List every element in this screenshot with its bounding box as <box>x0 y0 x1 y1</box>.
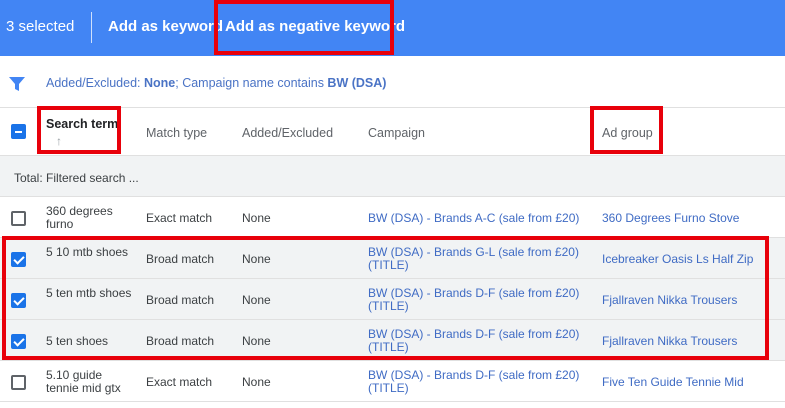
row-checkbox[interactable] <box>11 252 26 267</box>
table-row[interactable]: 5.10 guide tennie mid gtx Exact match No… <box>0 361 785 402</box>
header-match-type[interactable]: Match type <box>146 126 207 140</box>
select-all-checkbox[interactable] <box>11 124 26 139</box>
filter-prefix: Added/Excluded: <box>46 76 144 90</box>
add-as-keyword-button[interactable]: Add as keyword <box>108 18 223 35</box>
match-type-cell: Broad match <box>146 293 215 307</box>
match-type-cell: Broad match <box>146 334 215 348</box>
table-header: Search term ↑ Match type Added/Excluded … <box>0 108 785 156</box>
campaign-link[interactable]: BW (DSA) - Brands A-C (sale from £20) <box>368 212 588 225</box>
search-term-cell: 360 degrees furno <box>46 204 113 231</box>
search-term-cell: 5.10 guide tennie mid gtx <box>46 368 121 395</box>
campaign-link[interactable]: BW (DSA) - Brands D-F (sale from £20) (T… <box>368 287 588 313</box>
ad-group-link[interactable]: Fjallraven Nikka Trousers <box>602 335 737 348</box>
search-term-cell: 5 10 mtb shoes <box>46 245 129 259</box>
filter-value-campaign: BW (DSA) <box>327 76 387 90</box>
added-excluded-cell: None <box>242 211 271 225</box>
row-checkbox[interactable] <box>11 211 26 226</box>
arrow-up-icon: ↑ <box>56 134 62 148</box>
header-campaign[interactable]: Campaign <box>368 126 425 140</box>
table-row[interactable]: 5 ten mtb shoes Broad match None BW (DSA… <box>0 279 785 320</box>
filter-icon[interactable] <box>9 76 25 92</box>
ad-group-link[interactable]: Fjallraven Nikka Trousers <box>602 294 737 307</box>
added-excluded-cell: None <box>242 375 271 389</box>
selected-count: 3 selected <box>6 18 75 35</box>
table-row[interactable]: 5 10 mtb shoes Broad match None BW (DSA)… <box>0 238 785 279</box>
added-excluded-cell: None <box>242 334 271 348</box>
table-row[interactable]: 5 ten shoes Broad match None BW (DSA) - … <box>0 320 785 361</box>
ad-group-link[interactable]: Five Ten Guide Tennie Mid <box>602 376 744 389</box>
row-checkbox[interactable] <box>11 334 26 349</box>
search-term-cell: 5 ten shoes <box>46 334 109 348</box>
table-row[interactable]: 360 degrees furno Exact match None BW (D… <box>0 197 785 238</box>
total-label: Total: Filtered search ... <box>14 171 139 185</box>
header-added-excluded[interactable]: Added/Excluded <box>242 126 333 140</box>
campaign-link[interactable]: BW (DSA) - Brands D-F (sale from £20) (T… <box>368 369 588 395</box>
search-term-cell: 5 ten mtb shoes <box>46 286 132 300</box>
filter-bar: Added/Excluded: None; Campaign name cont… <box>0 56 785 108</box>
added-excluded-cell: None <box>242 293 271 307</box>
row-checkbox[interactable] <box>11 293 26 308</box>
row-checkbox[interactable] <box>11 375 26 390</box>
selection-action-bar: 3 selected Add as keyword Add as negativ… <box>0 0 785 56</box>
add-as-negative-keyword-button[interactable]: Add as negative keyword <box>225 18 405 35</box>
filter-middle: ; Campaign name contains <box>175 76 328 90</box>
header-ad-group[interactable]: Ad group <box>602 126 653 140</box>
campaign-link[interactable]: BW (DSA) - Brands G-L (sale from £20) (T… <box>368 246 588 272</box>
match-type-cell: Exact match <box>146 375 213 389</box>
match-type-cell: Broad match <box>146 252 215 266</box>
header-search-term[interactable]: Search term <box>46 117 118 131</box>
total-row: Total: Filtered search ... <box>0 156 785 197</box>
filter-value-added: None <box>144 76 176 90</box>
campaign-link[interactable]: BW (DSA) - Brands D-F (sale from £20) (T… <box>368 328 588 354</box>
filter-chip[interactable]: Added/Excluded: None; Campaign name cont… <box>46 76 386 90</box>
added-excluded-cell: None <box>242 252 271 266</box>
ad-group-link[interactable]: 360 Degrees Furno Stove <box>602 212 739 225</box>
match-type-cell: Exact match <box>146 211 213 225</box>
divider <box>91 12 92 43</box>
ad-group-link[interactable]: Icebreaker Oasis Ls Half Zip <box>602 253 753 266</box>
